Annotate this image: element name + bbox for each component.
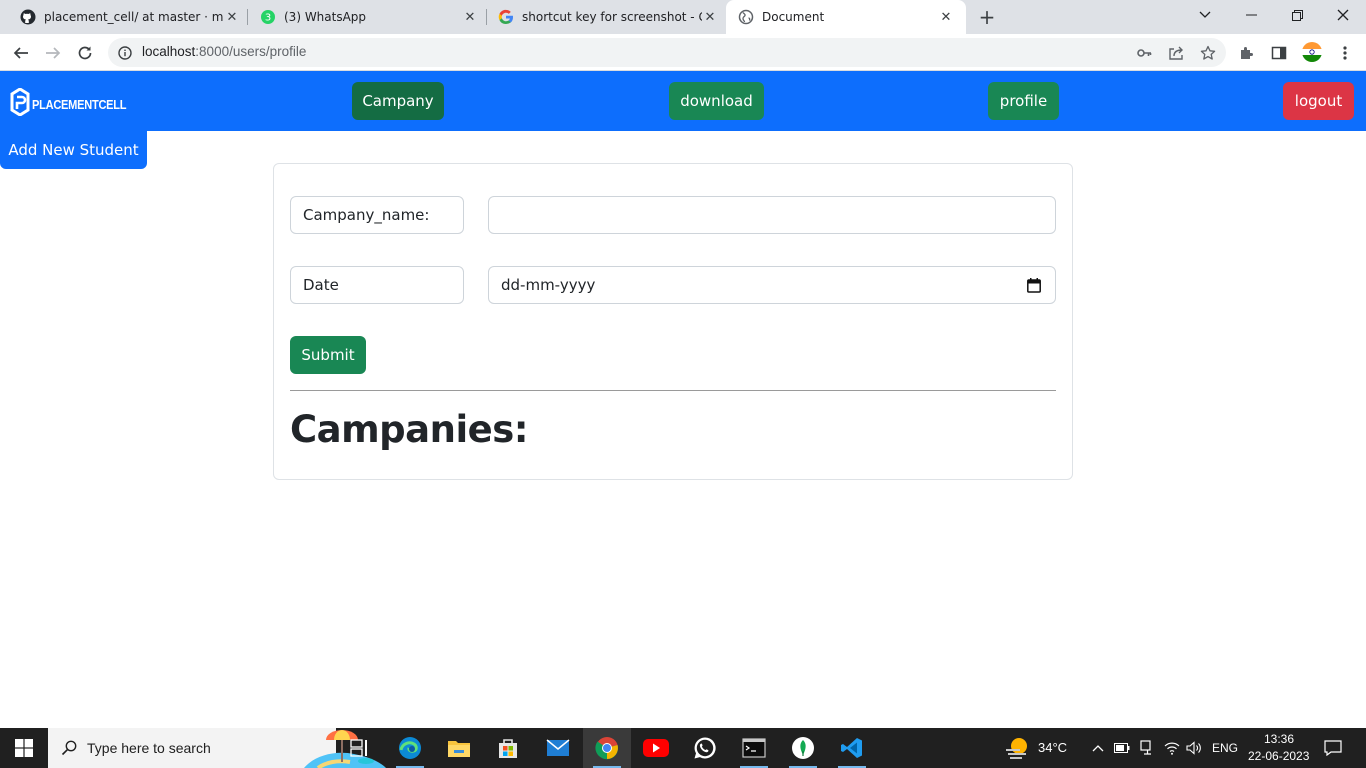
meet-now-icon[interactable] xyxy=(1138,728,1156,768)
minimize-button[interactable] xyxy=(1228,0,1274,30)
brand-logo[interactable]: PLACEMENTCELL xyxy=(10,87,143,120)
key-icon[interactable] xyxy=(1136,45,1152,61)
terminal-icon[interactable] xyxy=(730,728,778,768)
company-name-label: Campany_name: xyxy=(290,196,464,234)
close-icon[interactable]: ✕ xyxy=(702,9,718,25)
volume-icon[interactable] xyxy=(1184,728,1204,768)
divider xyxy=(290,390,1056,391)
tray-chevron-up-icon[interactable] xyxy=(1090,728,1106,768)
company-name-input[interactable] xyxy=(488,196,1056,234)
tab-title: Document xyxy=(762,10,825,24)
restore-button[interactable] xyxy=(1274,0,1320,30)
whatsapp-icon[interactable] xyxy=(681,728,729,768)
github-icon xyxy=(20,9,36,25)
url-text: localhost:8000/users/profile xyxy=(142,44,306,59)
battery-icon[interactable] xyxy=(1113,728,1131,768)
microsoft-store-icon[interactable] xyxy=(484,728,532,768)
tab-google[interactable]: shortcut key for screenshot - Goo ✕ xyxy=(478,0,726,34)
brand-text: PLACEMENTCELL xyxy=(32,96,127,112)
tab-title: shortcut key for screenshot - Goo xyxy=(522,10,702,24)
close-icon[interactable]: ✕ xyxy=(938,9,954,25)
reload-icon[interactable] xyxy=(72,40,98,66)
calendar-icon[interactable] xyxy=(1027,278,1041,297)
tab-github[interactable]: placement_cell/ at master · mpal ✕ xyxy=(0,0,248,34)
close-icon[interactable]: ✕ xyxy=(224,9,240,25)
close-window-button[interactable] xyxy=(1320,0,1366,30)
task-view-icon[interactable] xyxy=(336,728,384,768)
tab-document[interactable]: Document ✕ xyxy=(726,0,966,34)
add-new-student-button[interactable]: Add New Student xyxy=(0,131,147,169)
more-menu-icon[interactable] xyxy=(1336,44,1354,62)
company-form-card: Campany_name: Date dd-mm-yyyy Submit Cam… xyxy=(273,163,1073,480)
tab-search-chevron-icon[interactable] xyxy=(1182,0,1228,30)
profile-avatar-icon[interactable] xyxy=(1301,41,1323,63)
star-icon[interactable] xyxy=(1200,45,1216,61)
extensions-puzzle-icon[interactable] xyxy=(1238,44,1256,62)
date-label: Date xyxy=(290,266,464,304)
vscode-icon[interactable] xyxy=(828,728,876,768)
clock-date[interactable]: 22-06-2023 xyxy=(1248,749,1309,763)
windows-taskbar: Type here to search 34°C ENG 13:36 22-06… xyxy=(0,728,1366,768)
app-navbar: PLACEMENTCELL Campany download profile l… xyxy=(0,71,1366,131)
file-explorer-icon[interactable] xyxy=(435,728,483,768)
close-icon[interactable]: ✕ xyxy=(462,9,478,25)
info-icon[interactable] xyxy=(118,45,132,64)
weather-temperature: 34°C xyxy=(1038,740,1068,755)
browser-tab-strip: placement_cell/ at master · mpal ✕ 3 (3)… xyxy=(0,0,1366,34)
clock-time[interactable]: 13:36 xyxy=(1264,732,1294,746)
whatsapp-badge-icon: 3 xyxy=(260,9,276,25)
taskbar-search-box[interactable]: Type here to search xyxy=(48,728,386,768)
back-arrow-icon[interactable] xyxy=(8,40,34,66)
tab-whatsapp[interactable]: 3 (3) WhatsApp ✕ xyxy=(240,0,486,34)
youtube-icon[interactable] xyxy=(632,728,680,768)
weather-sun-icon[interactable] xyxy=(1003,728,1033,768)
edge-browser-icon[interactable] xyxy=(386,728,434,768)
language-indicator[interactable]: ENG xyxy=(1212,741,1238,755)
search-icon xyxy=(61,740,77,760)
download-nav-button[interactable]: download xyxy=(669,82,764,120)
mongodb-compass-icon[interactable] xyxy=(779,728,827,768)
wifi-icon[interactable] xyxy=(1162,728,1182,768)
url-host: localhost xyxy=(142,44,196,59)
side-panel-icon[interactable] xyxy=(1270,44,1288,62)
address-bar[interactable]: localhost:8000/users/profile xyxy=(108,38,1226,67)
tab-title: placement_cell/ at master · mpal xyxy=(44,10,224,24)
campany-nav-button[interactable]: Campany xyxy=(352,82,444,120)
browser-toolbar: localhost:8000/users/profile xyxy=(0,34,1366,71)
date-placeholder: dd-mm-yyyy xyxy=(501,276,596,294)
tab-title: (3) WhatsApp xyxy=(284,10,367,24)
forward-arrow-icon[interactable] xyxy=(40,40,66,66)
url-path: :8000/users/profile xyxy=(195,44,307,59)
submit-button[interactable]: Submit xyxy=(290,336,366,374)
mail-icon[interactable] xyxy=(534,728,582,768)
globe-icon xyxy=(738,9,754,25)
profile-nav-button[interactable]: profile xyxy=(988,82,1059,120)
whatsapp-badge-count: 3 xyxy=(265,13,271,24)
search-placeholder: Type here to search xyxy=(87,740,211,756)
chrome-icon[interactable] xyxy=(583,728,631,768)
logout-button[interactable]: logout xyxy=(1283,82,1354,120)
brand-logo-icon xyxy=(10,87,30,120)
date-input[interactable]: dd-mm-yyyy xyxy=(488,266,1056,304)
companies-heading: Campanies: xyxy=(290,408,529,451)
notifications-icon[interactable] xyxy=(1320,728,1346,768)
share-icon[interactable] xyxy=(1168,45,1184,61)
new-tab-button[interactable]: + xyxy=(975,5,999,29)
windows-start-icon[interactable] xyxy=(0,728,48,768)
google-icon xyxy=(498,9,514,25)
